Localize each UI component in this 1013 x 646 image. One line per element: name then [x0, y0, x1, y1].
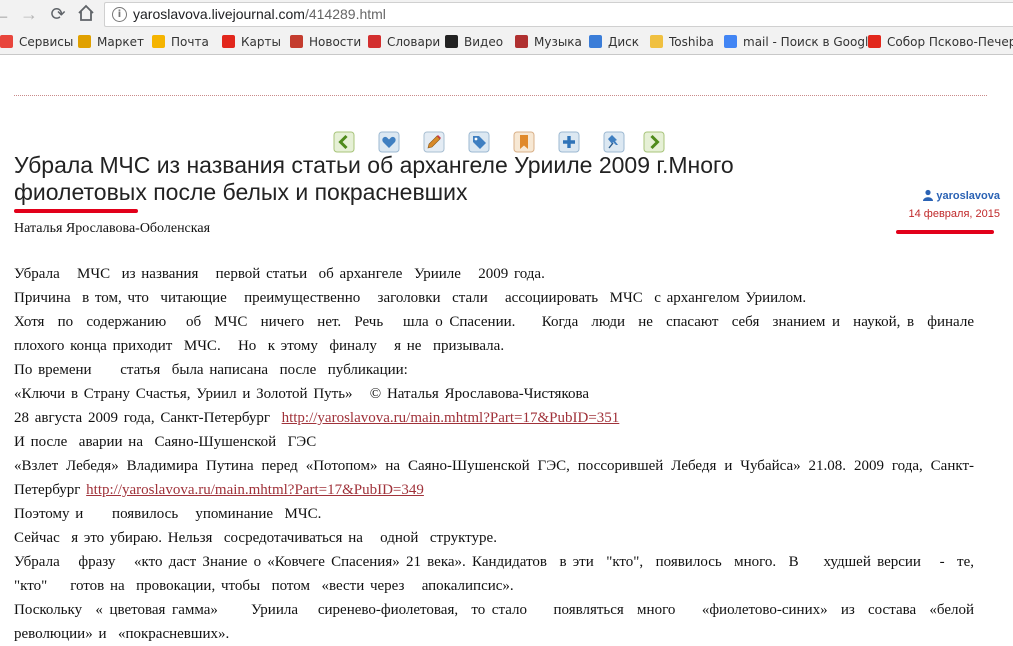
- paragraph-text: Причина в том, что читающие преимуществе…: [14, 290, 807, 306]
- external-link[interactable]: http://yaroslavova.ru/main.mhtml?Part=17…: [86, 482, 424, 498]
- divider: [14, 95, 987, 96]
- browser-toolbar: ← → ⟳ i yaroslavova.livejournal.com/4142…: [0, 0, 1013, 30]
- paragraph-text: Убрала фразу «кто даст Знание о «Ковчеге…: [14, 554, 980, 594]
- video-play-icon: [445, 35, 458, 48]
- body-paragraph: Поэтому и появилось упоминание МЧС.: [14, 502, 974, 526]
- prev-entry-icon[interactable]: [333, 131, 355, 153]
- paragraph-text: По времени статья была написана после пу…: [14, 362, 408, 378]
- next-entry-icon[interactable]: [643, 131, 665, 153]
- info-icon[interactable]: i: [112, 7, 127, 22]
- bookmark-label: Новости: [309, 35, 362, 49]
- bookmark-item[interactable]: Новости: [290, 30, 361, 54]
- paragraph-text: Поэтому и появилось упоминание МЧС.: [14, 506, 322, 522]
- pin-icon[interactable]: [603, 131, 625, 153]
- body-paragraph: Убрала МЧС из названия первой статьи об …: [14, 262, 974, 286]
- bookmark-item[interactable]: Видео: [445, 30, 503, 54]
- body-paragraph: Причина в том, что читающие преимуществе…: [14, 286, 974, 310]
- add-plus-icon[interactable]: [558, 131, 580, 153]
- folder-icon: [650, 35, 663, 48]
- author-username[interactable]: yaroslavova: [936, 190, 1000, 202]
- bookmark-item[interactable]: Toshiba: [650, 30, 714, 54]
- bookmark-item[interactable]: Диск: [589, 30, 639, 54]
- bookmark-label: Музыка: [534, 35, 582, 49]
- page-content: Убрала МЧС из названия статьи об арханге…: [0, 55, 1013, 643]
- mail-icon: [152, 35, 165, 48]
- paragraph-text: И после аварии на Саяно-Шушенской ГЭС: [14, 434, 317, 450]
- highlight-underline: [14, 209, 138, 213]
- body-paragraph: «Ключи в Страну Счастья, Уриил и Золотой…: [14, 382, 974, 406]
- body-paragraph: Убрала фразу «кто даст Знание о «Ковчеге…: [14, 550, 974, 598]
- paragraph-text: 28 августа 2009 года, Санкт-Петербург: [14, 410, 282, 426]
- news-icon: [290, 35, 303, 48]
- paragraph-text: «Ключи в Страну Счастья, Уриил и Золотой…: [14, 386, 590, 402]
- body-paragraph: По времени статья была написана после пу…: [14, 358, 974, 382]
- bookmark-label: Словари: [387, 35, 441, 49]
- paragraph-text: Сейчас я это убираю. Нельзя сосредотачив…: [14, 530, 497, 546]
- url-text: yaroslavova.livejournal.com/414289.html: [133, 6, 386, 22]
- author-box: yaroslavova 14 февраля, 2015: [880, 189, 1000, 220]
- bookmark-item[interactable]: Сервисы: [0, 30, 73, 54]
- yandex-icon: [868, 35, 881, 48]
- bookmark-item[interactable]: Маркет: [78, 30, 144, 54]
- bookmark-icon[interactable]: [513, 131, 535, 153]
- bookmark-label: Сервисы: [19, 35, 74, 49]
- byline: Наталья Ярославова-Оболенская: [14, 221, 211, 236]
- bookmark-label: Видео: [464, 35, 504, 49]
- bookmark-item[interactable]: Почта: [152, 30, 209, 54]
- bookmark-label: Почта: [171, 35, 209, 49]
- bookmark-label: Диск: [608, 35, 640, 49]
- author-link[interactable]: yaroslavova: [880, 189, 1000, 202]
- back-arrow-icon[interactable]: ←: [0, 4, 12, 24]
- dictionary-icon: [368, 35, 381, 48]
- bookmark-item[interactable]: Словари: [368, 30, 440, 54]
- body-paragraph: Поскольку « цветовая гамма» Уриила сирен…: [14, 598, 974, 646]
- tag-icon[interactable]: [468, 131, 490, 153]
- body-paragraph: «Взлет Лебедя» Владимира Путина перед «П…: [14, 454, 974, 502]
- home-icon[interactable]: [76, 4, 96, 24]
- forward-arrow-icon[interactable]: →: [19, 4, 39, 24]
- bookmark-label: Toshiba: [669, 35, 714, 49]
- bookmark-item[interactable]: Собор Псково-Печер: [868, 30, 1013, 54]
- bookmark-item[interactable]: Карты: [222, 30, 281, 54]
- user-icon[interactable]: [922, 189, 934, 201]
- music-icon: [515, 35, 528, 48]
- address-bar[interactable]: i yaroslavova.livejournal.com/414289.htm…: [104, 2, 1013, 27]
- google-icon: [724, 35, 737, 48]
- bookmark-label: Собор Псково-Печер: [887, 35, 1013, 49]
- market-icon: [78, 35, 91, 48]
- post-body: Убрала МЧС из названия первой статьи об …: [14, 262, 974, 646]
- post-date[interactable]: 14 февраля, 2015: [880, 208, 1001, 220]
- highlight-underline-date: [896, 230, 994, 234]
- disk-icon: [589, 35, 602, 48]
- bookmark-item[interactable]: mail - Поиск в Google: [724, 30, 876, 54]
- bookmarks-bar: Сервисы Маркет Почта Карты Новости Словари Вид…: [0, 30, 1013, 55]
- bookmark-label: mail - Поиск в Google: [743, 35, 876, 49]
- heart-icon[interactable]: [378, 131, 400, 153]
- bookmark-label: Карты: [241, 35, 281, 49]
- reload-icon[interactable]: ⟳: [48, 4, 68, 24]
- external-link[interactable]: http://yaroslavova.ru/main.mhtml?Part=17…: [282, 410, 620, 426]
- bookmark-item[interactable]: Музыка: [515, 30, 582, 54]
- paragraph-text: Хотя по содержанию об МЧС ничего нет. Ре…: [14, 314, 986, 354]
- body-paragraph: Сейчас я это убираю. Нельзя сосредотачив…: [14, 526, 974, 550]
- edit-pencil-icon[interactable]: [423, 131, 445, 153]
- body-paragraph: И после аварии на Саяно-Шушенской ГЭС: [14, 430, 974, 454]
- map-pin-icon: [222, 35, 235, 48]
- post-title: Убрала МЧС из названия статьи об арханге…: [14, 152, 734, 205]
- bookmark-label: Маркет: [97, 35, 144, 49]
- body-paragraph: Хотя по содержанию об МЧС ничего нет. Ре…: [14, 310, 974, 358]
- body-paragraph: 28 августа 2009 года, Санкт-Петербург ht…: [14, 406, 974, 430]
- apps-grid-icon: [0, 35, 13, 48]
- paragraph-text: Поскольку « цветовая гамма» Уриила сирен…: [14, 602, 980, 642]
- paragraph-text: Убрала МЧС из названия первой статьи об …: [14, 266, 545, 282]
